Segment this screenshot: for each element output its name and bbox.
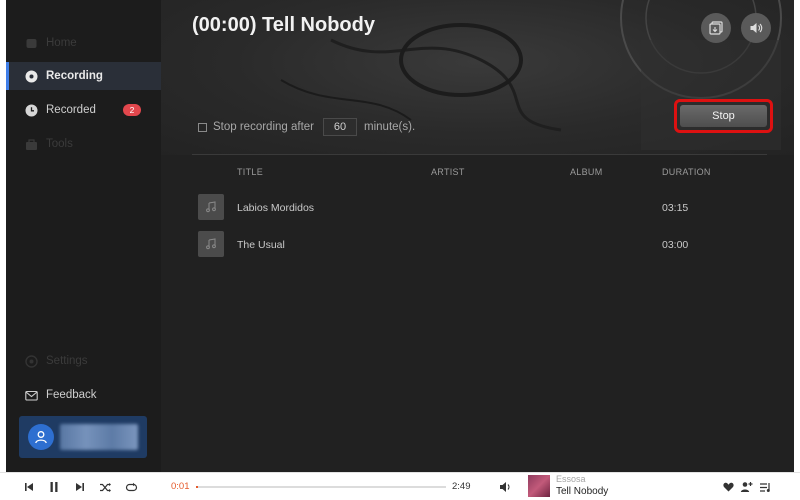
queue-icon	[759, 482, 770, 492]
sidebar-item-label: Recorded	[46, 104, 96, 116]
pause-icon	[50, 482, 58, 492]
next-button[interactable]	[72, 479, 88, 495]
track-duration: 03:15	[662, 202, 689, 214]
track-title: The Usual	[237, 239, 285, 251]
stop-button-highlight: Stop	[674, 99, 773, 133]
page-title: (00:00) Tell Nobody	[192, 14, 375, 36]
stop-button[interactable]: Stop	[680, 105, 767, 127]
convert-button[interactable]	[701, 13, 731, 43]
queue-button[interactable]	[757, 479, 773, 495]
main-panel: (00:00) Tell Nobody Stop recording after…	[161, 0, 794, 472]
sidebar-item-label: Home	[46, 37, 77, 49]
elapsed-time: 0:01	[171, 481, 190, 492]
progress-fill	[196, 486, 198, 488]
app-window: Home Recording Recorded 2 Tools Settings…	[6, 0, 794, 472]
repeat-button[interactable]	[123, 479, 139, 495]
header-banner: (00:00) Tell Nobody Stop recording after…	[161, 0, 794, 155]
column-header-duration[interactable]: DURATION	[662, 167, 711, 177]
table-row[interactable]: Labios Mordidos 03:15	[192, 194, 767, 222]
album-art-thumbnail	[528, 475, 550, 497]
sidebar-item-home[interactable]: Home	[6, 29, 161, 57]
sidebar-item-label: Recording	[46, 70, 103, 82]
add-artist-button[interactable]	[738, 479, 754, 495]
column-header-title[interactable]: TITLE	[237, 167, 263, 177]
mail-icon	[25, 389, 38, 402]
music-note-icon	[198, 194, 224, 220]
sidebar-item-label: Tools	[46, 138, 73, 150]
stop-after-checkbox[interactable]	[198, 122, 207, 132]
total-time: 2:49	[452, 481, 471, 492]
record-icon	[25, 70, 38, 83]
stop-after-label: Stop recording after	[213, 121, 315, 133]
track-title: Labios Mordidos	[237, 202, 315, 214]
shuffle-button[interactable]	[97, 479, 113, 495]
sidebar-item-feedback[interactable]: Feedback	[6, 381, 161, 409]
user-icon	[28, 424, 54, 450]
column-header-artist[interactable]: ARTIST	[431, 167, 465, 177]
user-name-redacted	[60, 424, 138, 450]
minutes-unit-label: minute(s).	[364, 121, 416, 133]
player-bar: 0:01 2:49 Essosa Tell Nobody	[0, 472, 800, 500]
progress-bar[interactable]	[196, 486, 446, 488]
add-artist-icon	[740, 482, 752, 492]
sidebar-item-settings[interactable]: Settings	[6, 347, 161, 375]
sidebar-item-label: Settings	[46, 355, 88, 367]
convert-icon	[709, 21, 723, 35]
table-divider	[192, 154, 767, 155]
sidebar-item-recording[interactable]: Recording	[6, 62, 161, 90]
favorite-button[interactable]	[720, 479, 736, 495]
recorded-count-badge: 2	[123, 104, 141, 116]
stop-after-row: Stop recording after minute(s).	[198, 118, 415, 136]
sidebar-item-recorded[interactable]: Recorded 2	[6, 96, 161, 124]
sidebar-item-label: Feedback	[46, 389, 97, 401]
volume-icon	[499, 482, 510, 492]
track-duration: 03:00	[662, 239, 689, 251]
shuffle-icon	[99, 482, 111, 492]
volume-icon	[750, 23, 763, 33]
previous-button[interactable]	[21, 479, 37, 495]
repeat-icon	[125, 482, 137, 491]
column-header-album[interactable]: ALBUM	[570, 167, 603, 177]
table-row[interactable]: The Usual 03:00	[192, 231, 767, 259]
user-account-card[interactable]	[19, 416, 147, 458]
now-playing-artist: Essosa	[556, 474, 586, 484]
pause-button[interactable]	[46, 479, 62, 495]
sidebar: Home Recording Recorded 2 Tools Settings…	[6, 0, 161, 472]
player-volume-button[interactable]	[497, 479, 513, 495]
home-icon	[25, 37, 38, 50]
music-note-icon	[198, 231, 224, 257]
previous-icon	[25, 483, 33, 491]
heart-icon	[722, 482, 734, 492]
next-icon	[76, 483, 84, 491]
gear-icon	[25, 354, 38, 368]
toolbox-icon	[25, 138, 38, 151]
volume-button[interactable]	[741, 13, 771, 43]
sidebar-item-tools[interactable]: Tools	[6, 130, 161, 158]
clock-icon	[25, 104, 38, 117]
minutes-input[interactable]	[323, 118, 358, 136]
now-playing-title: Tell Nobody	[556, 486, 609, 497]
